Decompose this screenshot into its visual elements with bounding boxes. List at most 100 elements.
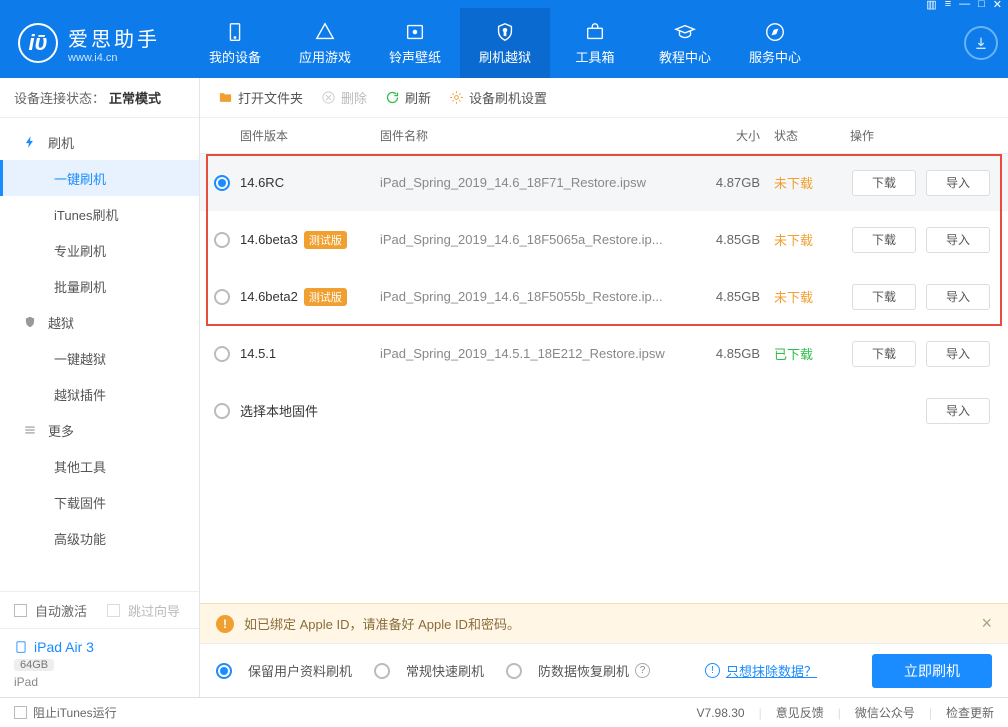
sidebar-item-download-fw[interactable]: 下载固件: [0, 484, 199, 520]
sidebar: 设备连接状态： 正常模式 刷机 一键刷机 iTunes刷机 专业刷机 批量刷机 …: [0, 78, 200, 697]
sidebar-item-other-tools[interactable]: 其他工具: [0, 448, 199, 484]
more-icon: [22, 422, 38, 438]
sidebar-item-batch-flash[interactable]: 批量刷机: [0, 268, 199, 304]
menu-icon[interactable]: ≡: [945, 0, 951, 11]
firmware-row[interactable]: 14.6beta3测试版 iPad_Spring_2019_14.6_18F50…: [200, 211, 1008, 268]
firmware-rows: 14.6RC iPad_Spring_2019_14.6_18F71_Resto…: [200, 154, 1008, 439]
row-radio[interactable]: [214, 403, 230, 419]
nav-toolbox[interactable]: 工具箱: [550, 8, 640, 78]
row-radio[interactable]: [214, 232, 230, 248]
app-subtitle: www.i4.cn: [68, 52, 160, 64]
device-info[interactable]: iPad Air 3 64GB iPad: [0, 628, 199, 697]
footer: 阻止iTunes运行 V7.98.30 | 意见反馈 | 微信公众号 | 检查更…: [0, 697, 1008, 727]
auto-activate-checkbox[interactable]: [14, 604, 27, 617]
toolbox-icon: [584, 21, 606, 43]
download-button[interactable]: 下载: [852, 227, 916, 253]
sidebar-item-itunes-flash[interactable]: iTunes刷机: [0, 196, 199, 232]
nav-tutorials[interactable]: 教程中心: [640, 8, 730, 78]
opt-normal[interactable]: 常规快速刷机: [374, 661, 484, 680]
main-nav: 我的设备 应用游戏 铃声壁纸 刷机越狱 工具箱 教程中心 服务中心: [190, 8, 964, 78]
nav-ringtones[interactable]: 铃声壁纸: [370, 8, 460, 78]
warning-bar: ! 如已绑定 Apple ID，请准备好 Apple ID和密码。 ×: [200, 603, 1008, 643]
help-icon[interactable]: ?: [635, 663, 650, 678]
block-itunes-checkbox[interactable]: [14, 706, 27, 719]
import-button[interactable]: 导入: [926, 341, 990, 367]
sidebar-group-more[interactable]: 更多: [0, 412, 199, 448]
refresh-icon: [385, 90, 400, 105]
th-status: 状态: [760, 127, 830, 144]
minimize-icon[interactable]: —: [959, 0, 970, 11]
logo: iῡ 爱思助手 www.i4.cn: [18, 23, 160, 64]
check-update-link[interactable]: 检查更新: [946, 704, 994, 721]
delete-button: 删除: [321, 88, 367, 107]
window-controls[interactable]: ▥ ≡ — □ ✕: [926, 0, 1002, 11]
gear-icon: [449, 90, 464, 105]
import-button[interactable]: 导入: [926, 227, 990, 253]
app-title: 爱思助手: [68, 23, 160, 52]
nav-apps[interactable]: 应用游戏: [280, 8, 370, 78]
row-radio[interactable]: [214, 346, 230, 362]
tshirt-icon[interactable]: ▥: [926, 0, 936, 11]
sidebar-item-pro-flash[interactable]: 专业刷机: [0, 232, 199, 268]
toolbar: 打开文件夹 删除 刷新 设备刷机设置: [200, 78, 1008, 118]
flash-icon: [22, 134, 38, 150]
local-firmware-row[interactable]: 选择本地固件 导入: [200, 382, 1008, 439]
phone-icon: [224, 21, 246, 43]
th-version: 固件版本: [240, 127, 380, 144]
image-icon: [404, 21, 426, 43]
nav-service[interactable]: 服务中心: [730, 8, 820, 78]
sidebar-group-flash[interactable]: 刷机: [0, 124, 199, 160]
th-action: 操作: [830, 127, 990, 144]
sidebar-item-advanced[interactable]: 高级功能: [0, 520, 199, 556]
start-flash-button[interactable]: 立即刷机: [872, 654, 992, 688]
download-button[interactable]: 下载: [852, 341, 916, 367]
version-label: V7.98.30: [697, 706, 745, 720]
warning-close-button[interactable]: ×: [981, 613, 992, 634]
info-icon: !: [705, 663, 720, 678]
block-itunes-label: 阻止iTunes运行: [33, 704, 117, 721]
options-bar: 保留用户资料刷机 常规快速刷机 防数据恢复刷机 ? ! 只想抹除数据？ 立即刷机: [200, 643, 1008, 697]
feedback-link[interactable]: 意见反馈: [776, 704, 824, 721]
settings-button[interactable]: 设备刷机设置: [449, 88, 547, 107]
close-icon[interactable]: ✕: [993, 0, 1002, 11]
folder-icon: [218, 90, 233, 105]
sidebar-group-jailbreak[interactable]: 越狱: [0, 304, 199, 340]
logo-icon: iῡ: [18, 23, 58, 63]
row-radio[interactable]: [214, 175, 230, 191]
import-button[interactable]: 导入: [926, 284, 990, 310]
warning-icon: !: [216, 615, 234, 633]
opt-keep-data[interactable]: 保留用户资料刷机: [216, 661, 352, 680]
row-radio[interactable]: [214, 289, 230, 305]
firmware-row[interactable]: 14.5.1 iPad_Spring_2019_14.5.1_18E212_Re…: [200, 325, 1008, 382]
shield-icon: [22, 314, 38, 330]
refresh-button[interactable]: 刷新: [385, 88, 431, 107]
open-folder-button[interactable]: 打开文件夹: [218, 88, 303, 107]
shield-key-icon: [494, 21, 516, 43]
sidebar-item-oneclick-jb[interactable]: 一键越狱: [0, 340, 199, 376]
th-name: 固件名称: [380, 127, 690, 144]
apps-icon: [314, 21, 336, 43]
import-button[interactable]: 导入: [926, 170, 990, 196]
graduation-icon: [674, 21, 696, 43]
nav-my-device[interactable]: 我的设备: [190, 8, 280, 78]
connection-status: 设备连接状态： 正常模式: [0, 78, 199, 118]
erase-only-link[interactable]: ! 只想抹除数据？: [705, 661, 817, 680]
download-button[interactable]: 下载: [852, 284, 916, 310]
table-header: 固件版本 固件名称 大小 状态 操作: [200, 118, 1008, 154]
maximize-icon[interactable]: □: [978, 0, 985, 11]
firmware-row[interactable]: 14.6beta2测试版 iPad_Spring_2019_14.6_18F50…: [200, 268, 1008, 325]
firmware-row[interactable]: 14.6RC iPad_Spring_2019_14.6_18F71_Resto…: [200, 154, 1008, 211]
download-manager-button[interactable]: [964, 26, 998, 60]
download-button[interactable]: 下载: [852, 170, 916, 196]
sidebar-item-oneclick-flash[interactable]: 一键刷机: [0, 160, 199, 196]
app-header: iῡ 爱思助手 www.i4.cn 我的设备 应用游戏 铃声壁纸 刷机越狱 工具…: [0, 8, 1008, 78]
nav-flash-jailbreak[interactable]: 刷机越狱: [460, 8, 550, 78]
sidebar-item-jb-plugins[interactable]: 越狱插件: [0, 376, 199, 412]
opt-anti-recovery[interactable]: 防数据恢复刷机 ?: [506, 661, 650, 680]
import-button[interactable]: 导入: [926, 398, 990, 424]
skip-guide-checkbox[interactable]: [107, 604, 120, 617]
tablet-icon: [14, 640, 28, 654]
wechat-link[interactable]: 微信公众号: [855, 704, 915, 721]
skip-guide-label: 跳过向导: [128, 601, 180, 620]
delete-icon: [321, 90, 336, 105]
